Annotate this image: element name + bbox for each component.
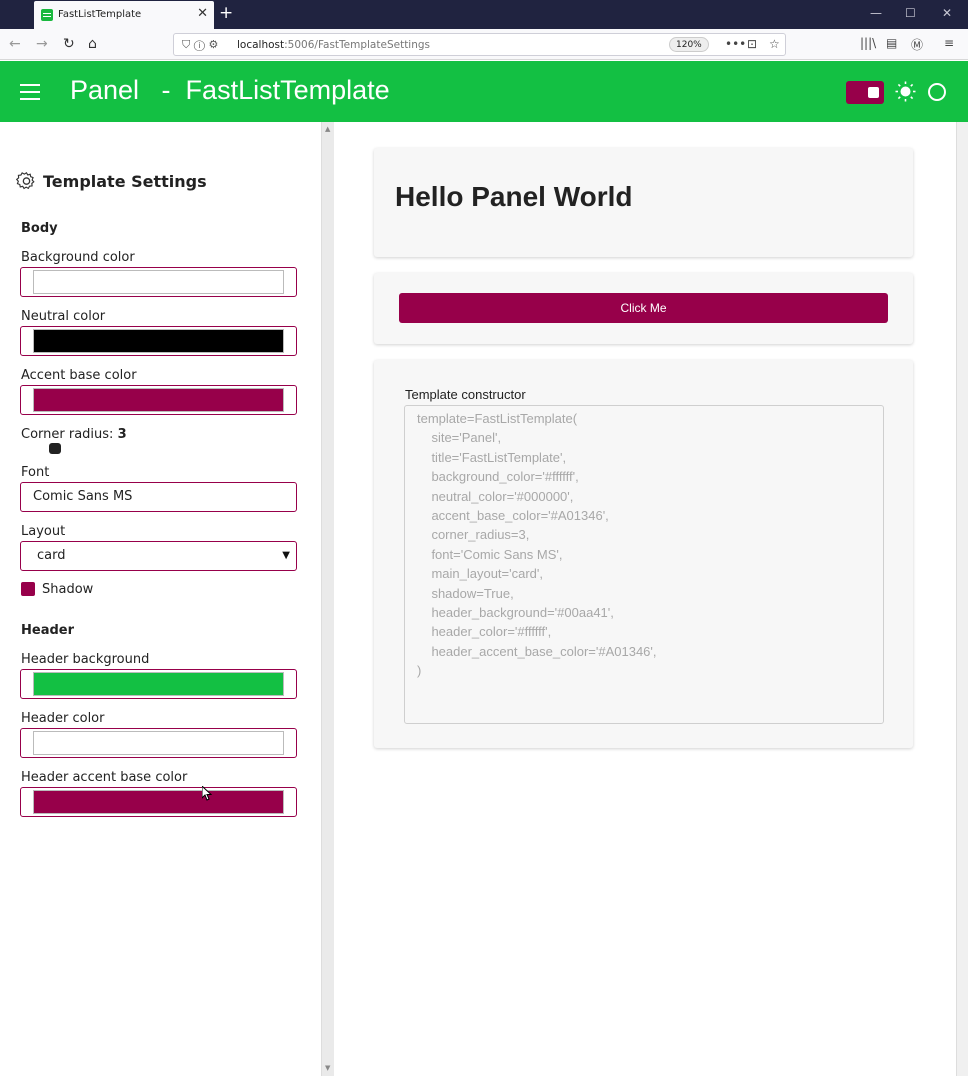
code-line: neutral_color='#000000', bbox=[417, 488, 574, 504]
sun-icon[interactable] bbox=[895, 81, 916, 102]
app-header: Panel - FastListTemplate bbox=[0, 61, 968, 122]
hello-card: Hello Panel World bbox=[374, 148, 913, 257]
code-line: header_background='#00aa41', bbox=[417, 605, 614, 621]
account-icon[interactable]: Ⓜ bbox=[911, 36, 923, 53]
gear-icon bbox=[16, 172, 35, 190]
template-constructor-textarea[interactable]: template=FastListTemplate( site='Panel',… bbox=[404, 405, 884, 724]
constructor-card: Template constructor template=FastListTe… bbox=[374, 360, 913, 748]
corner-radius-label: Corner radius: 3 bbox=[21, 427, 127, 442]
browser-tab-bar: FastListTemplate ✕ + — ☐ ✕ bbox=[0, 0, 968, 29]
code-line: header_color='#ffffff', bbox=[417, 624, 552, 640]
sidebar: Template Settings Body Background color … bbox=[0, 122, 322, 1076]
header-accent-swatch bbox=[33, 790, 284, 814]
more-icon[interactable]: ••• bbox=[725, 37, 746, 51]
tab-title: FastListTemplate bbox=[58, 9, 142, 20]
code-line: shadow=True, bbox=[417, 585, 514, 601]
new-tab-icon[interactable]: + bbox=[219, 3, 233, 23]
forward-icon[interactable]: → bbox=[36, 35, 48, 53]
header-color-label: Header color bbox=[21, 711, 105, 726]
url-text: localhost:5006/FastTemplateSettings bbox=[237, 39, 431, 51]
header-background-swatch bbox=[33, 672, 284, 696]
header-accent-picker[interactable] bbox=[20, 787, 297, 817]
code-line: corner_radius=3, bbox=[417, 527, 530, 543]
shadow-checkbox[interactable] bbox=[21, 582, 35, 596]
sidebar-scrollbar[interactable]: ▲ ▼ bbox=[322, 122, 334, 1076]
code-line: main_layout='card', bbox=[417, 566, 544, 582]
scroll-down-icon[interactable]: ▼ bbox=[325, 1064, 330, 1072]
code-line: background_color='#ffffff', bbox=[417, 469, 579, 485]
mouse-cursor-icon bbox=[202, 786, 212, 801]
header-color-swatch bbox=[33, 731, 284, 755]
main-area: Hello Panel World Click Me Template cons… bbox=[334, 122, 956, 1076]
scroll-up-icon[interactable]: ▲ bbox=[325, 125, 330, 133]
maximize-icon[interactable]: ☐ bbox=[905, 6, 916, 20]
hello-heading: Hello Panel World bbox=[395, 181, 633, 212]
close-window-icon[interactable]: ✕ bbox=[942, 6, 952, 20]
close-tab-icon[interactable]: ✕ bbox=[197, 6, 208, 21]
neutral-color-picker[interactable] bbox=[20, 326, 297, 356]
corner-radius-value: 3 bbox=[117, 427, 127, 442]
code-line: title='FastListTemplate', bbox=[417, 449, 567, 465]
settings-title: Template Settings bbox=[16, 171, 207, 192]
back-icon[interactable]: ← bbox=[9, 35, 21, 53]
settings-title-text: Template Settings bbox=[43, 172, 207, 191]
header-background-picker[interactable] bbox=[20, 669, 297, 699]
shield-icon: ⛉ ⓘ ⚙ bbox=[182, 38, 219, 51]
code-line: template=FastListTemplate( bbox=[417, 411, 578, 426]
minimize-icon[interactable]: — bbox=[870, 6, 882, 20]
accent-color-picker[interactable] bbox=[20, 385, 297, 415]
home-icon[interactable]: ⌂ bbox=[88, 35, 97, 53]
header-section-heading: Header bbox=[21, 623, 75, 638]
code-line: header_accent_base_color='#A01346', bbox=[417, 643, 657, 659]
click-me-button[interactable]: Click Me bbox=[399, 293, 888, 323]
shadow-label: Shadow bbox=[42, 582, 94, 597]
bookmark-star-icon[interactable]: ☆ bbox=[769, 37, 780, 51]
code-line: font='Comic Sans MS', bbox=[417, 546, 563, 562]
list-icon bbox=[41, 9, 53, 21]
code-line: ) bbox=[417, 663, 422, 679]
pocket-icon[interactable]: ⊡ bbox=[747, 37, 757, 51]
corner-radius-label-text: Corner radius: bbox=[21, 427, 118, 442]
browser-tab[interactable]: FastListTemplate ✕ bbox=[34, 1, 214, 29]
neutral-color-swatch bbox=[33, 329, 284, 353]
header-color-picker[interactable] bbox=[20, 728, 297, 758]
hamburger-icon[interactable] bbox=[20, 84, 40, 100]
theme-toggle[interactable] bbox=[846, 81, 884, 104]
library-icon[interactable]: |||\ bbox=[860, 36, 876, 50]
accent-color-swatch bbox=[33, 388, 284, 412]
font-label: Font bbox=[21, 465, 50, 480]
circle-icon[interactable] bbox=[928, 83, 946, 101]
zoom-badge[interactable]: 120% bbox=[669, 37, 709, 52]
layout-select[interactable]: card ▼ bbox=[20, 541, 297, 571]
background-color-picker[interactable] bbox=[20, 267, 297, 297]
background-color-label: Background color bbox=[21, 250, 135, 265]
code-line: site='Panel', bbox=[417, 430, 502, 446]
layout-label: Layout bbox=[21, 524, 66, 539]
browser-nav-bar: ← → ↻ ⌂ ⛉ ⓘ ⚙ localhost:5006/FastTemplat… bbox=[0, 29, 968, 60]
neutral-color-label: Neutral color bbox=[21, 309, 106, 324]
reload-icon[interactable]: ↻ bbox=[63, 35, 75, 53]
code-line: accent_base_color='#A01346', bbox=[417, 508, 609, 524]
template-constructor-label: Template constructor bbox=[405, 387, 526, 402]
background-color-swatch bbox=[33, 270, 284, 294]
header-accent-label: Header accent base color bbox=[21, 770, 188, 785]
dropdown-arrow-icon: ▼ bbox=[282, 550, 290, 561]
body-section-heading: Body bbox=[21, 221, 58, 236]
url-bar[interactable]: ⛉ ⓘ ⚙ localhost:5006/FastTemplateSetting… bbox=[173, 33, 786, 56]
font-input[interactable]: Comic Sans MS bbox=[20, 482, 297, 512]
main-scrollbar[interactable] bbox=[956, 122, 968, 1076]
header-background-label: Header background bbox=[21, 652, 150, 667]
button-card: Click Me bbox=[374, 273, 913, 344]
layout-select-value: card bbox=[37, 548, 66, 563]
menu-icon[interactable]: ≡ bbox=[944, 36, 954, 50]
app-title: Panel - FastListTemplate bbox=[70, 75, 390, 105]
sidebar-toggle-icon[interactable]: ▤ bbox=[886, 36, 897, 50]
accent-color-label: Accent base color bbox=[21, 368, 137, 383]
corner-radius-slider-handle[interactable] bbox=[49, 443, 61, 454]
